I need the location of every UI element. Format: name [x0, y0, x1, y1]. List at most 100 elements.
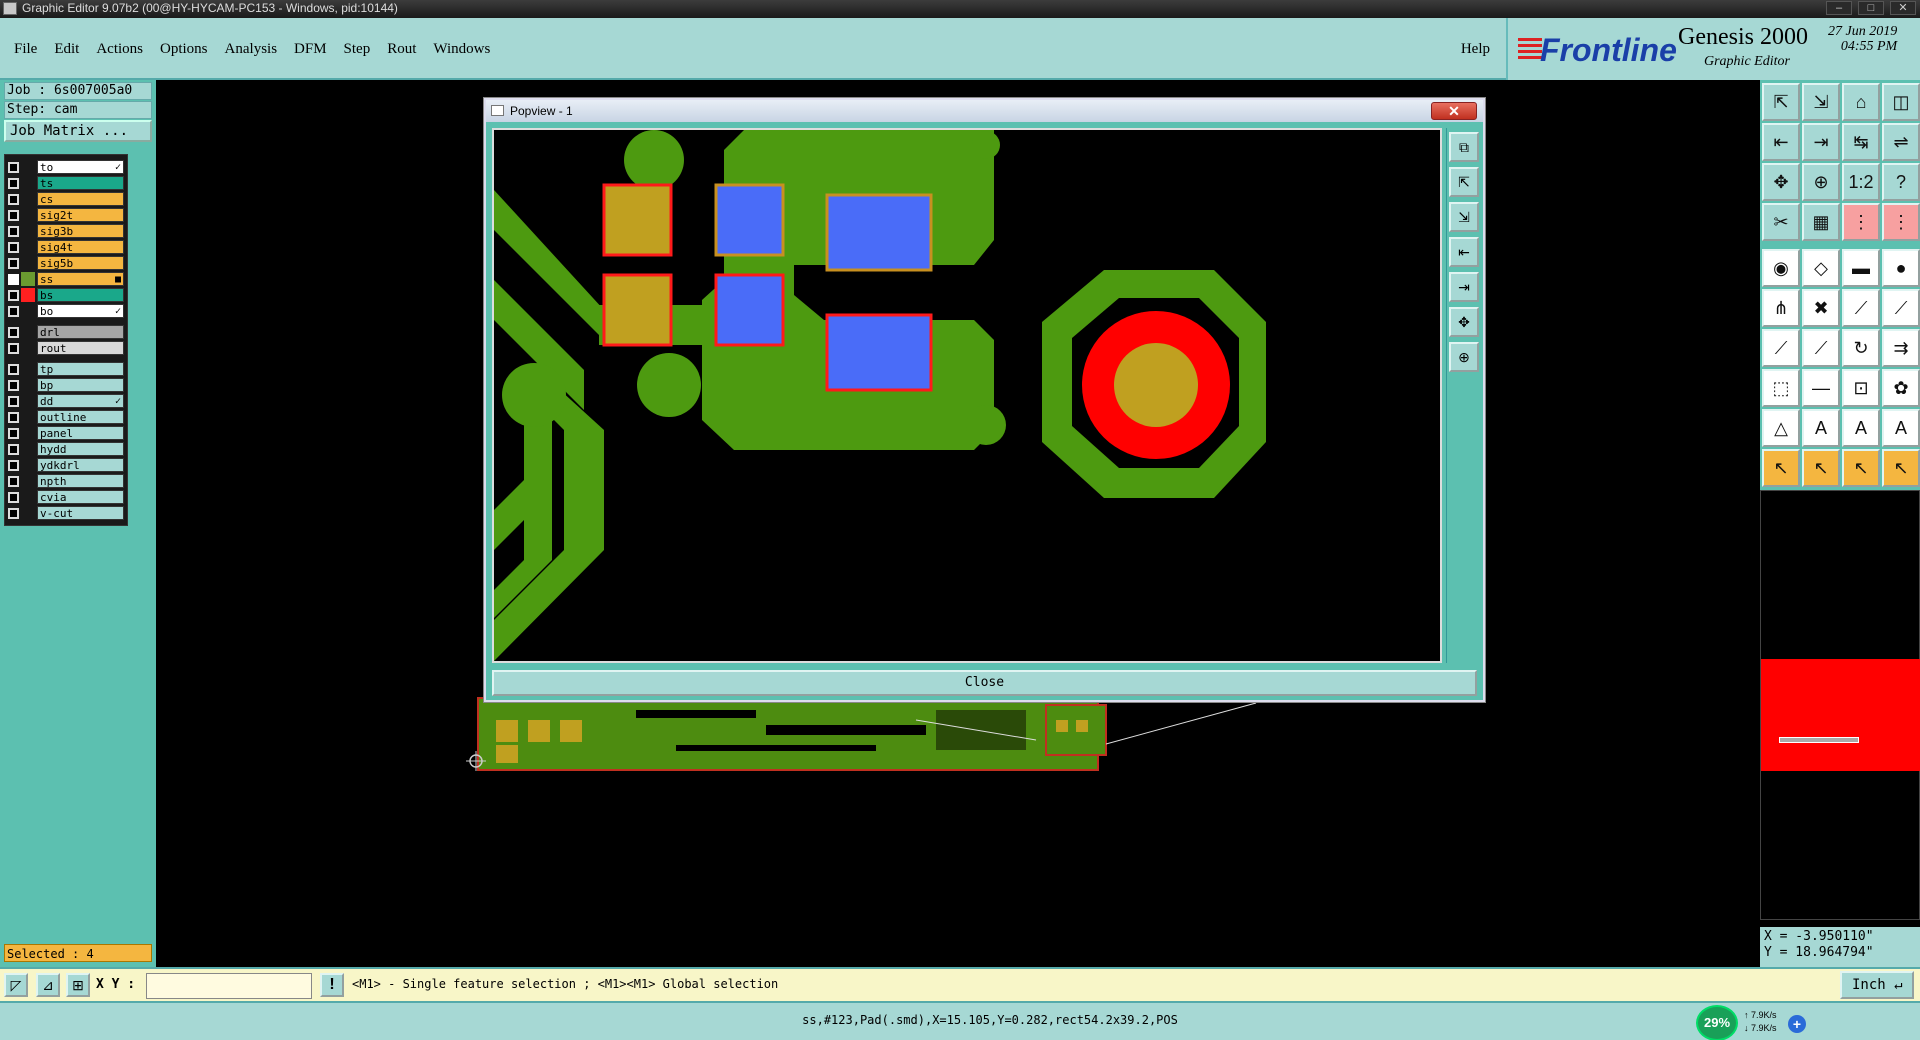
menu-edit[interactable]: Edit — [54, 41, 79, 58]
layer-checkbox[interactable] — [8, 177, 19, 189]
layer-checkbox[interactable] — [8, 289, 19, 301]
tool-button-38[interactable]: ↖ — [1802, 449, 1840, 487]
layer-row-ydkdrl[interactable]: ydkdrl — [8, 457, 124, 473]
tool-button-0[interactable]: ⇱ — [1762, 83, 1800, 121]
layer-checkbox[interactable] — [8, 342, 19, 354]
xy-input[interactable] — [146, 973, 312, 999]
popview-tool-2[interactable]: ⇲ — [1449, 202, 1479, 232]
layer-row-ts[interactable]: ts — [8, 175, 124, 191]
tool-button-34[interactable]: A — [1802, 409, 1840, 447]
layer-checkbox[interactable] — [8, 273, 19, 285]
tool-button-18[interactable]: ◇ — [1802, 249, 1840, 287]
layer-color-swatch[interactable] — [21, 506, 35, 520]
tool-button-1[interactable]: ⇲ — [1802, 83, 1840, 121]
layer-name[interactable]: sig3b — [37, 224, 124, 238]
layer-color-swatch[interactable] — [21, 325, 35, 339]
layer-name[interactable]: ydkdrl — [37, 458, 124, 472]
layer-color-swatch[interactable] — [21, 458, 35, 472]
tool-button-17[interactable]: ◉ — [1762, 249, 1800, 287]
layer-name[interactable]: bp — [37, 378, 124, 392]
menu-rout[interactable]: Rout — [387, 41, 416, 58]
layer-row-sig2t[interactable]: sig2t — [8, 207, 124, 223]
layer-checkbox[interactable] — [8, 459, 19, 471]
tool-button-22[interactable]: ✖ — [1802, 289, 1840, 327]
tool-button-21[interactable]: ⋔ — [1762, 289, 1800, 327]
popview-tool-4[interactable]: ⇥ — [1449, 272, 1479, 302]
layer-name[interactable]: sig5b — [37, 256, 124, 270]
layer-color-swatch[interactable] — [21, 474, 35, 488]
plus-icon[interactable]: + — [1788, 1015, 1806, 1033]
layer-checkbox[interactable] — [8, 241, 19, 253]
layer-name[interactable]: sig4t — [37, 240, 124, 254]
layer-color-swatch[interactable] — [21, 490, 35, 504]
tool-button-11[interactable]: ? — [1882, 163, 1920, 201]
layer-name[interactable]: cvia — [37, 490, 124, 504]
layer-color-swatch[interactable] — [21, 410, 35, 424]
menu-help[interactable]: Help — [1461, 41, 1490, 58]
tool-button-13[interactable]: ▦ — [1802, 203, 1840, 241]
tool-button-14[interactable]: ⋮ — [1842, 203, 1880, 241]
layer-name[interactable]: bs — [37, 288, 124, 302]
layer-row-bp[interactable]: bp — [8, 377, 124, 393]
layer-name[interactable]: dd ✓ — [37, 394, 124, 408]
tool-button-15[interactable]: ⋮ — [1882, 203, 1920, 241]
layer-checkbox[interactable] — [8, 443, 19, 455]
tool-button-19[interactable]: ▬ — [1842, 249, 1880, 287]
popview-tool-3[interactable]: ⇤ — [1449, 237, 1479, 267]
menu-step[interactable]: Step — [344, 41, 371, 58]
popview-canvas[interactable] — [492, 128, 1442, 663]
tool-button-23[interactable]: ⟋ — [1842, 289, 1880, 327]
layer-row-outline[interactable]: outline — [8, 409, 124, 425]
maximize-button[interactable]: □ — [1858, 1, 1884, 15]
tool-button-12[interactable]: ✂ — [1762, 203, 1800, 241]
tool-button-26[interactable]: ⟋ — [1802, 329, 1840, 367]
popview-tool-1[interactable]: ⇱ — [1449, 167, 1479, 197]
tool-button-8[interactable]: ✥ — [1762, 163, 1800, 201]
popview-close-button[interactable]: Close — [492, 670, 1477, 696]
layer-checkbox[interactable] — [8, 411, 19, 423]
layer-row-rout[interactable]: rout — [8, 340, 124, 356]
layer-color-swatch[interactable] — [21, 224, 35, 238]
layer-color-swatch[interactable] — [21, 176, 35, 190]
layer-color-swatch[interactable] — [21, 256, 35, 270]
tool-button-29[interactable]: ⬚ — [1762, 369, 1800, 407]
layer-checkbox[interactable] — [8, 193, 19, 205]
tool-button-2[interactable]: ⌂ — [1842, 83, 1880, 121]
layer-row-cvia[interactable]: cvia — [8, 489, 124, 505]
menu-options[interactable]: Options — [160, 41, 208, 58]
tool-button-31[interactable]: ⊡ — [1842, 369, 1880, 407]
minimize-button[interactable]: – — [1826, 1, 1852, 15]
layer-color-swatch[interactable] — [21, 272, 35, 286]
popview-tool-0[interactable]: ⧉ — [1449, 132, 1479, 162]
popview-tool-5[interactable]: ✥ — [1449, 307, 1479, 337]
tool-button-35[interactable]: A — [1842, 409, 1880, 447]
layer-name[interactable]: tp — [37, 362, 124, 376]
layer-color-swatch[interactable] — [21, 192, 35, 206]
tool-button-20[interactable]: ● — [1882, 249, 1920, 287]
grid-icon[interactable]: ⊞ — [66, 973, 90, 997]
layer-color-swatch[interactable] — [21, 304, 35, 318]
tool-button-7[interactable]: ⇌ — [1882, 123, 1920, 161]
menu-actions[interactable]: Actions — [96, 41, 143, 58]
layer-color-swatch[interactable] — [21, 378, 35, 392]
layer-checkbox[interactable] — [8, 379, 19, 391]
tool-button-30[interactable]: — — [1802, 369, 1840, 407]
menu-windows[interactable]: Windows — [433, 41, 490, 58]
layer-color-swatch[interactable] — [21, 394, 35, 408]
layer-row-sig5b[interactable]: sig5b — [8, 255, 124, 271]
layer-row-ss[interactable]: ss ■ — [8, 271, 124, 287]
layer-row-bs[interactable]: bs — [8, 287, 124, 303]
layer-row-bo[interactable]: bo ✓ — [8, 303, 124, 319]
snap-mode-icon[interactable]: ◸ — [4, 973, 28, 997]
layer-checkbox[interactable] — [8, 161, 19, 173]
unit-toggle[interactable]: Inch ↵ — [1840, 971, 1914, 999]
layer-name[interactable]: npth — [37, 474, 124, 488]
tool-button-10[interactable]: 1:2 — [1842, 163, 1880, 201]
layer-color-swatch[interactable] — [21, 240, 35, 254]
tool-button-37[interactable]: ↖ — [1762, 449, 1800, 487]
layer-row-sig3b[interactable]: sig3b — [8, 223, 124, 239]
layer-color-swatch[interactable] — [21, 426, 35, 440]
overview-viewport[interactable] — [1761, 659, 1920, 771]
layer-checkbox[interactable] — [8, 475, 19, 487]
layer-checkbox[interactable] — [8, 257, 19, 269]
